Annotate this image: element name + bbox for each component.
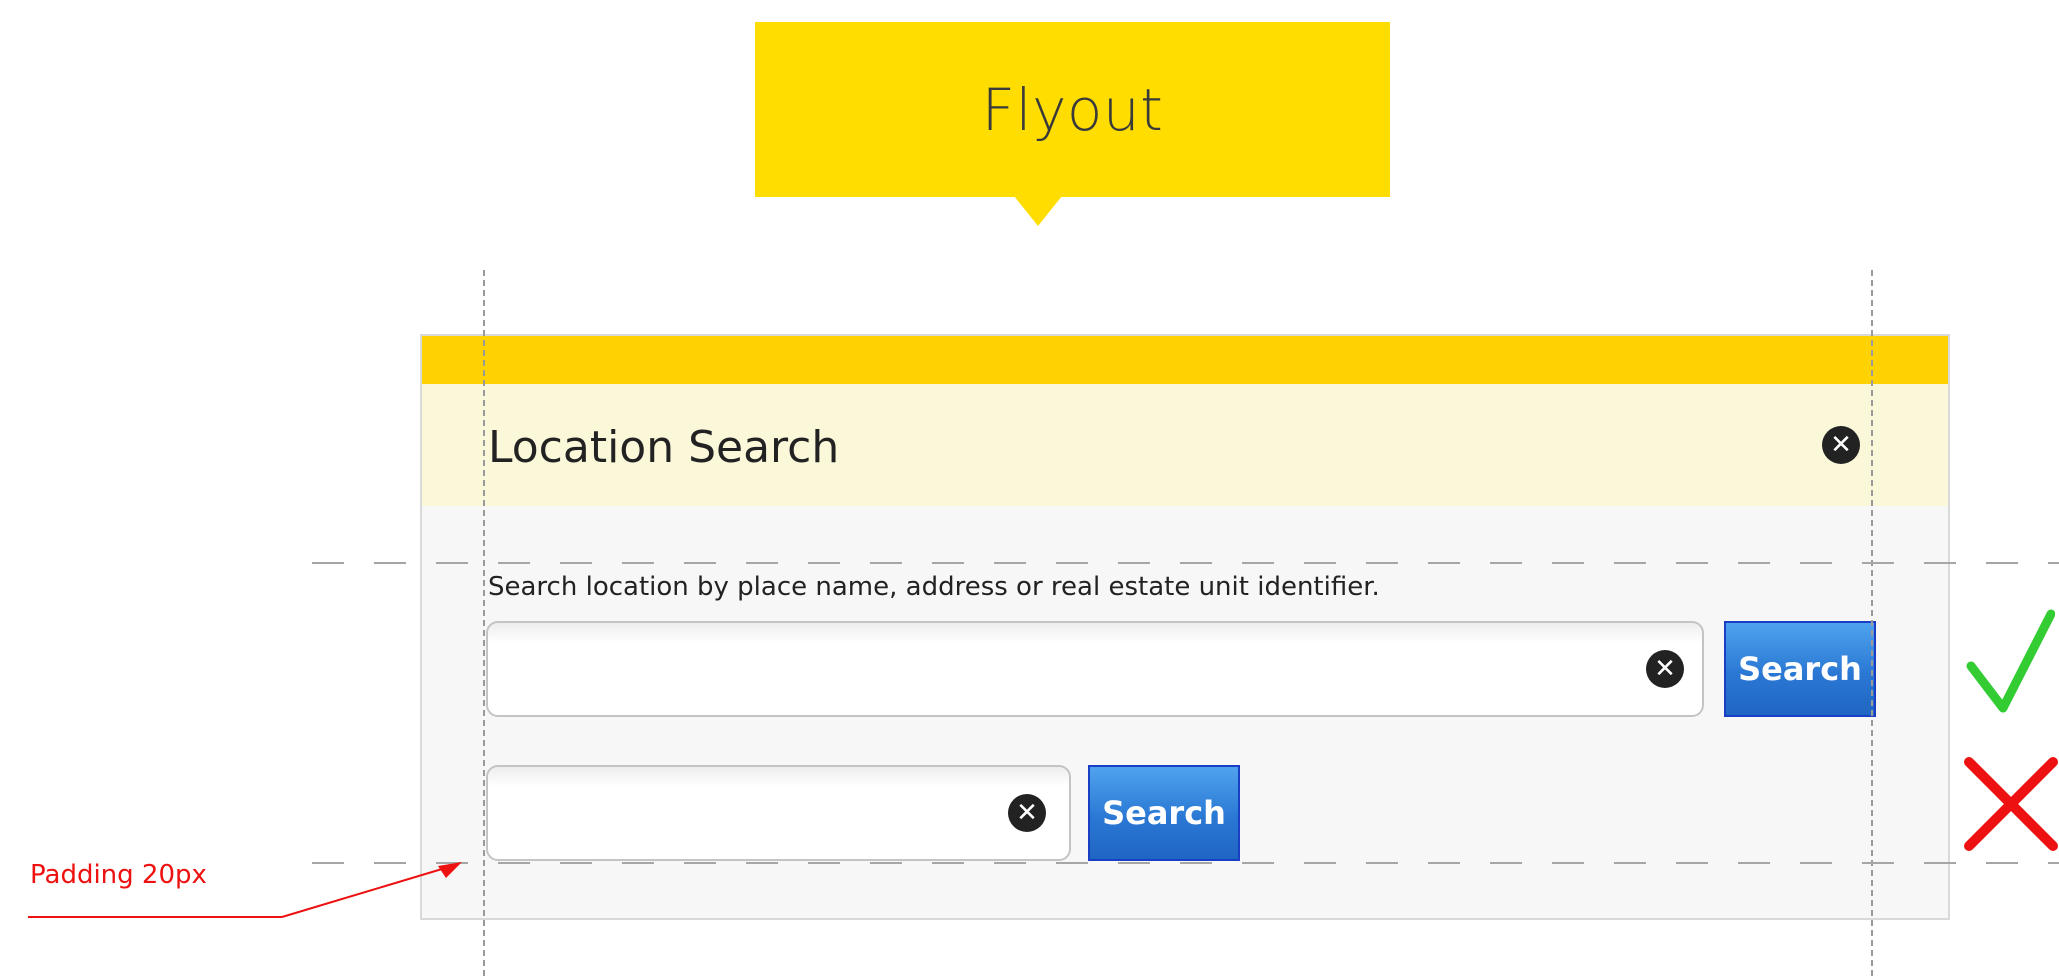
- flyout-callout: Flyout: [755, 22, 1390, 197]
- callout-title: Flyout: [981, 75, 1164, 144]
- flyout-top-bar: [422, 336, 1948, 384]
- right-padding-guide: [1871, 270, 1873, 976]
- flyout-description: Search location by place name, address o…: [488, 572, 1380, 602]
- bottom-padding-guide: [312, 862, 2059, 864]
- close-circle-icon[interactable]: ✕: [1822, 426, 1860, 464]
- flyout-header: Location Search ✕: [422, 384, 1948, 506]
- padding-annotation-label: Padding 20px: [30, 860, 207, 890]
- cross-icon: [1964, 757, 2058, 851]
- search-button-correct[interactable]: Search: [1724, 621, 1876, 717]
- flyout-title: Location Search: [488, 422, 840, 473]
- left-padding-guide: [483, 270, 485, 976]
- location-search-flyout: Location Search ✕ Search location by pla…: [420, 334, 1950, 920]
- top-padding-guide: [312, 562, 2059, 564]
- search-button-wrong[interactable]: Search: [1088, 765, 1240, 861]
- clear-circle-icon[interactable]: ✕: [1646, 650, 1684, 688]
- clear-circle-icon[interactable]: ✕: [1008, 794, 1046, 832]
- checkmark-icon: [1966, 609, 2055, 713]
- callout-pointer: [1014, 196, 1062, 226]
- search-input-correct[interactable]: [486, 621, 1704, 717]
- search-input-wrong[interactable]: [486, 765, 1071, 861]
